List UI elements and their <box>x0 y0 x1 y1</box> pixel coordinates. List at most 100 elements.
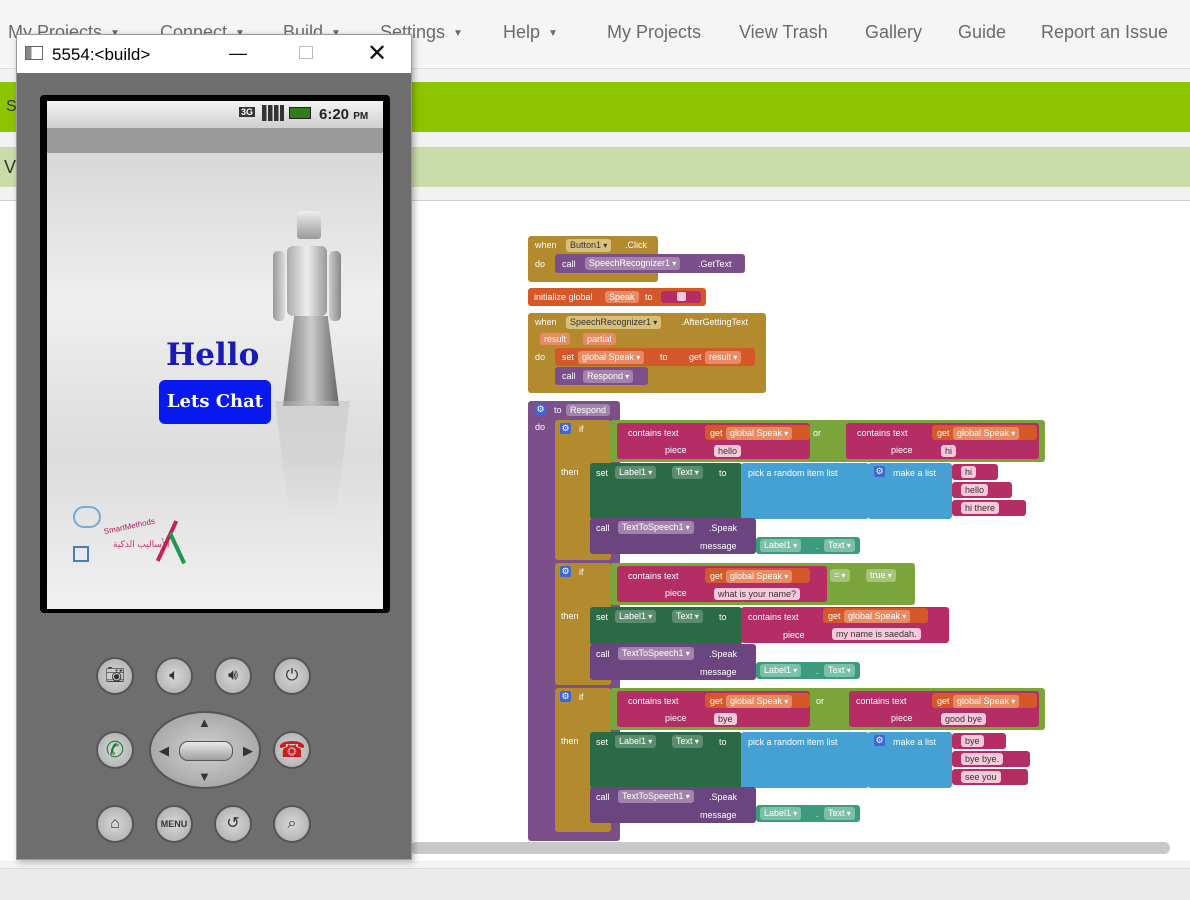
string-my-name[interactable]: my name is saedah. <box>823 626 949 641</box>
minimize-button[interactable]: — <box>229 43 247 64</box>
get-global-speak[interactable]: get global Speak <box>705 425 810 440</box>
string-value[interactable]: hello <box>961 484 989 496</box>
pick-random-item-3[interactable]: pick a random item list <box>741 732 869 788</box>
string-value[interactable]: hi there <box>961 502 1000 514</box>
component-dropdown[interactable]: Button1 <box>566 239 612 252</box>
power-button[interactable]: ⏻ <box>273 657 311 695</box>
call-tts-speak-2[interactable]: call TextToSpeech1 .Speak message <box>590 644 756 680</box>
call-respond[interactable]: call Respond <box>555 367 648 385</box>
link-my-projects[interactable]: My Projects <box>607 22 701 43</box>
app-display[interactable]: 3G 6:20 PM Hello Lets Chat SmartMethods <box>47 101 383 609</box>
string-whats-your-name[interactable]: what is your name? <box>705 586 827 601</box>
property-dropdown[interactable]: Text <box>824 807 855 820</box>
string-bye-bye[interactable]: bye bye. <box>952 751 1030 767</box>
link-view-trash[interactable]: View Trash <box>739 22 828 43</box>
volume-down-button[interactable]: 🔈︎ <box>155 657 193 695</box>
string-value[interactable]: bye <box>714 713 737 725</box>
variable-dropdown[interactable]: global Speak <box>578 351 645 364</box>
property-dropdown[interactable]: Text <box>824 539 855 552</box>
operator-dropdown[interactable]: = <box>830 569 850 582</box>
empty-string-block[interactable] <box>661 291 701 303</box>
variable-dropdown[interactable]: global Speak <box>844 610 911 623</box>
get-global-speak[interactable]: get global Speak <box>705 568 810 583</box>
component-dropdown[interactable]: Label1 <box>615 610 657 623</box>
procedure-dropdown[interactable]: Respond <box>583 370 634 383</box>
param-partial[interactable]: partial <box>583 333 616 345</box>
property-dropdown[interactable]: Text <box>672 735 703 748</box>
property-dropdown[interactable]: Text <box>672 466 703 479</box>
component-dropdown[interactable]: SpeechRecognizer1 <box>585 257 681 270</box>
back-button[interactable]: ↺ <box>214 805 252 843</box>
menu-help[interactable]: Help ▼ <box>503 22 558 43</box>
gear-icon[interactable]: ⚙ <box>560 691 571 702</box>
gear-icon[interactable]: ⚙ <box>560 423 571 434</box>
set-label1-text-3[interactable]: set Label1 Text to <box>590 732 742 788</box>
home-button[interactable]: ⌂ <box>96 805 134 843</box>
variable-dropdown[interactable]: global Speak <box>726 570 793 583</box>
string-good-bye[interactable]: good bye <box>932 711 1008 726</box>
gear-icon[interactable]: ⚙ <box>560 566 571 577</box>
set-global-speak[interactable]: set global Speak to get result <box>555 348 755 366</box>
string-hello[interactable]: hello <box>952 482 1012 498</box>
call-tts-speak-3[interactable]: call TextToSpeech1 .Speak message <box>590 787 756 823</box>
string-value[interactable]: hello <box>714 445 742 457</box>
operator-or[interactable]: or <box>813 427 821 439</box>
property-dropdown[interactable]: Text <box>672 610 703 623</box>
call-button[interactable]: ✆ <box>96 731 134 769</box>
string-value[interactable]: hi <box>961 466 977 478</box>
label1-text-getter[interactable]: Label1 . Text <box>756 662 860 679</box>
lets-chat-button[interactable]: Lets Chat <box>159 380 271 424</box>
get-global-speak[interactable]: get global Speak <box>705 693 810 708</box>
component-dropdown[interactable]: Label1 <box>760 664 802 677</box>
emulator-window[interactable]: 5554:<build> — ✕ 3G 6:20 PM Hello Lets C… <box>16 34 412 860</box>
string-hi[interactable]: hi <box>932 443 972 458</box>
call-speechrecognizer-gettext[interactable]: call SpeechRecognizer1 .GetText <box>555 254 745 273</box>
dpad-up-icon[interactable]: ▲ <box>198 715 211 730</box>
close-button[interactable]: ✕ <box>367 39 387 68</box>
make-a-list-1[interactable]: ⚙ make a list <box>868 463 952 519</box>
string-value[interactable]: good bye <box>941 713 987 725</box>
component-dropdown[interactable]: Label1 <box>615 735 657 748</box>
emulator-titlebar[interactable]: 5554:<build> — ✕ <box>17 35 411 73</box>
horizontal-scrollbar[interactable] <box>410 842 1170 854</box>
variable-dropdown[interactable]: global Speak <box>726 695 793 708</box>
get-global-speak[interactable]: get global Speak <box>823 608 928 623</box>
string-hi-there[interactable]: hi there <box>952 500 1026 516</box>
variable-dropdown[interactable]: global Speak <box>726 427 793 440</box>
dpad[interactable]: ▲ ▼ ◀ ▶ <box>149 711 261 789</box>
get-global-speak[interactable]: get global Speak <box>932 425 1037 440</box>
procedure-name[interactable]: Respond <box>566 404 611 416</box>
variable-dropdown[interactable]: global Speak <box>953 427 1020 440</box>
string-value[interactable]: my name is saedah. <box>832 628 921 640</box>
label1-text-getter[interactable]: Label1 . Text <box>756 805 860 822</box>
operator-or[interactable]: or <box>816 695 824 707</box>
menu-button[interactable]: MENU <box>155 805 193 843</box>
string-value[interactable]: what is your name? <box>714 588 801 600</box>
variable-name[interactable]: Speak <box>605 291 639 303</box>
set-label1-text-1[interactable]: set Label1 Text to <box>590 463 742 519</box>
param-result[interactable]: result <box>540 333 571 345</box>
component-dropdown[interactable]: Label1 <box>760 807 802 820</box>
variable-dropdown[interactable]: result <box>705 351 742 364</box>
string-bye[interactable]: bye <box>705 711 752 726</box>
string-see-you[interactable]: see you <box>952 769 1028 785</box>
end-call-button[interactable]: ☎ <box>273 731 311 769</box>
camera-button[interactable]: 📷︎ <box>96 657 134 695</box>
call-tts-speak-1[interactable]: call TextToSpeech1 .Speak message <box>590 518 756 554</box>
pick-random-item-1[interactable]: pick a random item list <box>741 463 869 519</box>
string-value[interactable]: hi <box>941 445 957 457</box>
label1-text-getter[interactable]: Label1 . Text <box>756 537 860 554</box>
component-dropdown[interactable]: Label1 <box>615 466 657 479</box>
string-value[interactable]: see you <box>961 771 1001 783</box>
component-dropdown[interactable]: TextToSpeech1 <box>618 790 694 803</box>
string-value[interactable]: bye bye. <box>961 753 1004 765</box>
gear-icon[interactable]: ⚙ <box>874 466 885 477</box>
link-guide[interactable]: Guide <box>958 22 1006 43</box>
component-dropdown[interactable]: SpeechRecognizer1 <box>566 316 662 329</box>
string-hello[interactable]: hello <box>705 443 760 458</box>
component-dropdown[interactable]: TextToSpeech1 <box>618 647 694 660</box>
true-block[interactable]: true <box>862 567 910 584</box>
boolean-dropdown[interactable]: true <box>866 569 896 582</box>
dpad-right-icon[interactable]: ▶ <box>243 743 253 759</box>
link-gallery[interactable]: Gallery <box>865 22 922 43</box>
